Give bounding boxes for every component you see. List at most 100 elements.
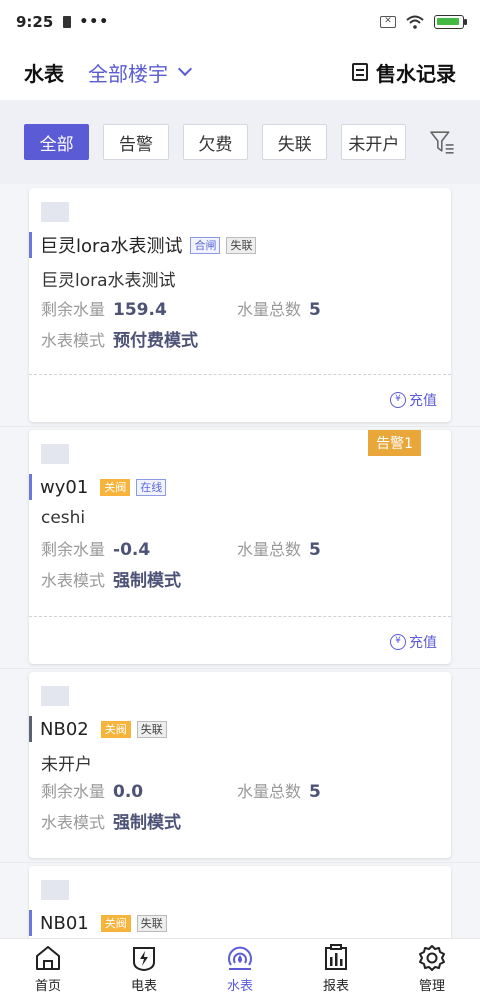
remaining-water: 剩余水量 -0.4 [41,536,150,560]
no-sim-icon: ✕ [380,16,396,28]
recharge-label: 充值 [409,393,437,409]
meter-subtitle: ceshi [41,508,86,528]
nav-label: 电表 [130,979,157,994]
name-accent-bar [29,232,32,258]
card-separator [0,862,480,863]
recharge-label: 充值 [409,635,437,651]
meter-thumbnail [41,444,69,464]
recharge-button[interactable]: ¥ 充值 [390,390,437,410]
chevron-down-icon [177,61,193,77]
wifi-icon [406,15,424,29]
sales-record-label: 售水记录 [376,61,456,86]
valve-status-badge: 关阀 [100,914,131,932]
meter-mode: 水表模式 强制模式 [41,808,181,833]
total-water-value: 5 [309,782,321,802]
total-water-label: 水量总数 [237,540,302,559]
nav-label: 管理 [418,979,445,994]
filter-icon[interactable] [428,128,456,156]
remaining-water-value: 159.4 [113,300,167,320]
filter-chip-not-opened[interactable]: 未开户 [341,124,407,160]
yen-icon: ¥ [390,634,406,650]
meter-mode: 水表模式 强制模式 [41,566,181,591]
meter-card[interactable]: 巨灵lora水表测试 合闸 失联 巨灵lora水表测试 剩余水量 159.4 水… [29,188,451,422]
remaining-water-label: 剩余水量 [41,300,106,319]
document-icon [352,63,368,81]
nav-item-electric-meter[interactable]: 电表 [96,939,192,997]
electric-meter-icon [133,947,155,972]
remaining-water-label: 剩余水量 [41,540,106,559]
valve-status-badge: 关阀 [100,478,131,496]
meter-mode: 水表模式 预付费模式 [41,326,198,351]
meter-mode-label: 水表模式 [41,331,106,350]
name-accent-bar [29,474,32,500]
battery-icon [434,15,467,29]
home-icon [36,946,60,970]
connection-status-badge: 在线 [136,478,167,496]
nav-label: 水表 [226,979,253,994]
total-water-label: 水量总数 [237,300,302,319]
yen-icon: ¥ [390,392,406,408]
valve-status-badge: 关阀 [100,720,131,738]
nav-item-management[interactable]: 管理 [384,939,480,997]
total-water: 水量总数 5 [237,536,321,560]
water-meter-icon [228,946,252,970]
dashed-divider [29,374,451,375]
more-notifications-icon: ••• [79,14,110,30]
building-selector[interactable]: 全部楼宇 [88,58,193,87]
meter-name: wy01 [40,476,89,498]
report-icon [325,944,347,970]
total-water-value: 5 [309,540,321,560]
app-header: 水表 全部楼宇 售水记录 [0,44,480,100]
building-selector-label: 全部楼宇 [88,61,168,86]
meter-mode-value: 强制模式 [113,813,182,833]
nav-label: 报表 [322,979,349,994]
remaining-water: 剩余水量 0.0 [41,778,143,802]
remaining-water: 剩余水量 159.4 [41,296,167,320]
card-separator [0,426,480,427]
connection-status-badge: 失联 [136,914,167,932]
settings-icon [419,945,445,971]
nav-item-water-meter[interactable]: 水表 [192,939,288,997]
meter-name: NB01 [40,912,89,934]
card-separator [0,668,480,669]
valve-status-badge: 合闸 [190,236,221,254]
meter-thumbnail [41,686,69,706]
remaining-water-value: -0.4 [113,540,151,560]
remaining-water-value: 0.0 [113,782,144,802]
sim-card-icon [63,16,72,28]
filter-bar: 全部 告警 欠费 失联 未开户 [0,100,480,184]
total-water-label: 水量总数 [237,782,302,801]
meter-card[interactable]: NB01 关阀 失联 [29,866,451,938]
meter-card[interactable]: NB02 关阀 失联 未开户 剩余水量 0.0 水量总数 5 水表模式 强制模式 [29,672,451,858]
meter-name: NB02 [40,718,89,740]
filter-chip-arrears[interactable]: 欠费 [182,124,249,160]
sales-record-button[interactable]: 售水记录 [352,58,456,87]
meter-thumbnail [41,202,69,222]
nav-label: 首页 [34,979,61,994]
filter-chip-offline[interactable]: 失联 [262,124,328,160]
meter-card[interactable]: 告警1 wy01 关阀 在线 ceshi 剩余水量 -0.4 水量总数 5 水表… [29,430,451,664]
filter-chip-all[interactable]: 全部 [24,124,90,160]
meter-list[interactable]: 巨灵lora水表测试 合闸 失联 巨灵lora水表测试 剩余水量 159.4 水… [0,184,480,938]
clock: 9:25 [16,13,54,31]
page-title: 水表 [24,61,64,86]
bottom-nav: 首页 电表 水表 报表 管理 [0,938,480,997]
meter-subtitle: 巨灵lora水表测试 [41,271,176,291]
status-bar: 9:25 ••• ✕ [0,0,480,44]
meter-subtitle: 未开户 [41,755,92,775]
remaining-water-label: 剩余水量 [41,782,106,801]
meter-mode-value: 强制模式 [113,571,182,591]
recharge-button[interactable]: ¥ 充值 [390,632,437,652]
total-water: 水量总数 5 [237,778,321,802]
filter-chip-alarm[interactable]: 告警 [103,124,169,160]
connection-status-badge: 失联 [226,236,257,254]
meter-mode-label: 水表模式 [41,571,106,590]
meter-name: 巨灵lora水表测试 [40,236,183,257]
nav-item-home[interactable]: 首页 [0,939,96,997]
name-accent-bar [29,910,32,936]
nav-item-report[interactable]: 报表 [288,939,384,997]
total-water: 水量总数 5 [237,296,321,320]
total-water-value: 5 [309,300,321,320]
connection-status-badge: 失联 [136,720,167,738]
meter-thumbnail [41,880,69,900]
